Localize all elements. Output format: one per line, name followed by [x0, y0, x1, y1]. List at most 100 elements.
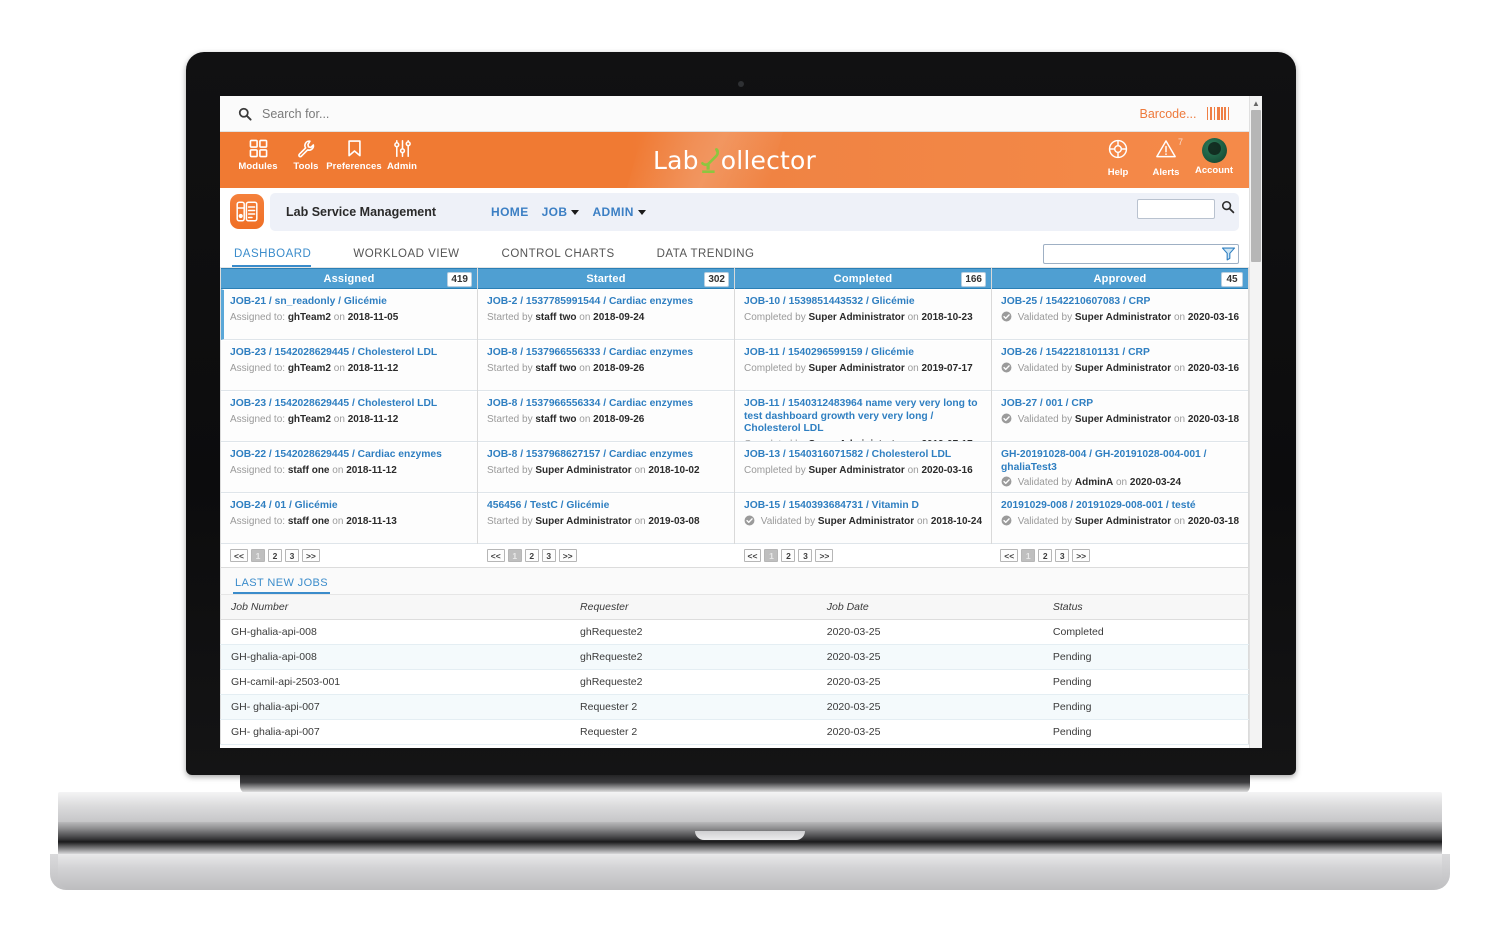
scrollbar-thumb[interactable] — [1251, 110, 1261, 262]
magnifier-icon[interactable] — [1221, 200, 1235, 219]
job-card-title[interactable]: JOB-10 / 1539851443532 / Glicémie — [744, 296, 983, 309]
page-3[interactable]: 3 — [284, 549, 299, 562]
column-title: Approved — [1093, 272, 1147, 285]
page-scrollbar[interactable]: ▲ — [1249, 96, 1262, 748]
job-card[interactable]: JOB-8 / 1537966556334 / Cardiac enzymes … — [478, 391, 734, 442]
job-card[interactable]: JOB-24 / 01 / Glicémie Assigned to: staf… — [221, 493, 477, 544]
tab-control-charts[interactable]: CONTROL CHARTS — [500, 248, 633, 267]
module-search-input[interactable] — [1137, 199, 1215, 219]
job-card[interactable]: JOB-13 / 1540316071582 / Cholesterol LDL… — [735, 442, 991, 493]
module-nav-home[interactable]: HOME — [491, 205, 529, 219]
job-card[interactable]: JOB-25 / 1542210607083 / CRP Validated b… — [992, 289, 1248, 340]
module-nav-job[interactable]: JOB — [542, 205, 580, 219]
page-last[interactable]: >> — [558, 549, 577, 562]
page-first[interactable]: << — [743, 549, 762, 562]
job-card-title[interactable]: JOB-25 / 1542210607083 / CRP — [1001, 296, 1240, 309]
page-2[interactable]: 2 — [781, 549, 796, 562]
nav-item-admin[interactable]: Admin — [378, 139, 426, 172]
job-card-title[interactable]: JOB-23 / 1542028629445 / Cholesterol LDL — [230, 347, 469, 360]
table-row[interactable]: GH-ghalia-api-008 ghRequeste2 2020-03-25… — [220, 619, 1249, 645]
page-last[interactable]: >> — [1072, 549, 1091, 562]
page-3[interactable]: 3 — [798, 549, 813, 562]
help-label: Help — [1107, 167, 1129, 178]
table-row[interactable]: GH- ghalia-api-007 Requester 2 2020-03-2… — [220, 719, 1249, 745]
global-search-input[interactable]: Search for... — [262, 107, 1140, 121]
page-1[interactable]: 1 — [250, 549, 265, 562]
job-card[interactable]: JOB-8 / 1537968627157 / Cardiac enzymes … — [478, 442, 734, 493]
job-card-title[interactable]: 20191029-008 / 20191029-008-001 / testé — [1001, 500, 1240, 513]
job-card-title[interactable]: JOB-21 / sn_readonly / Glicémie — [230, 296, 469, 309]
cell-job-date: 2020-03-25 — [816, 694, 1043, 720]
job-card-title[interactable]: JOB-13 / 1540316071582 / Cholesterol LDL — [744, 449, 983, 462]
job-card[interactable]: JOB-11 / 1540312483964 name very very lo… — [735, 391, 991, 442]
job-card[interactable]: JOB-22 / 1542028629445 / Cardiac enzymes… — [221, 442, 477, 493]
table-row[interactable]: GH- ghalia-api-007 Requester 2 2020-03-2… — [220, 694, 1249, 720]
job-card-title[interactable]: JOB-8 / 1537968627157 / Cardiac enzymes — [487, 449, 726, 462]
page-3[interactable]: 3 — [541, 549, 556, 562]
page-2[interactable]: 2 — [1038, 549, 1053, 562]
job-card-title[interactable]: 456456 / TestC / Glicémie — [487, 500, 726, 513]
job-card-title[interactable]: JOB-27 / 001 / CRP — [1001, 398, 1240, 411]
tab-last-new-jobs[interactable]: LAST NEW JOBS — [232, 577, 331, 594]
alerts-label: Alerts — [1152, 167, 1180, 178]
job-card-title[interactable]: JOB-11 / 1540312483964 name very very lo… — [744, 398, 983, 436]
page-1[interactable]: 1 — [1021, 549, 1036, 562]
job-card-title[interactable]: JOB-11 / 1540296599159 / Glicémie — [744, 347, 983, 360]
page-last[interactable]: >> — [815, 549, 834, 562]
search-icon[interactable] — [232, 107, 258, 121]
funnel-icon[interactable] — [1221, 246, 1236, 266]
job-card-title[interactable]: JOB-23 / 1542028629445 / Cholesterol LDL — [230, 398, 469, 411]
validated-check-icon — [744, 515, 755, 530]
page-1[interactable]: 1 — [764, 549, 779, 562]
barcode-icon[interactable] — [1206, 107, 1229, 120]
job-card[interactable]: JOB-26 / 1542218101131 / CRP Validated b… — [992, 340, 1248, 391]
job-card-title[interactable]: GH-20191028-004 / GH-20191028-004-001 / … — [1001, 449, 1240, 474]
job-card[interactable]: JOB-8 / 1537966556333 / Cardiac enzymes … — [478, 340, 734, 391]
column-header: Assigned 419 — [221, 268, 477, 289]
page-first[interactable]: << — [486, 549, 505, 562]
job-card[interactable]: JOB-11 / 1540296599159 / Glicémie Comple… — [735, 340, 991, 391]
lab-service-module-icon[interactable] — [230, 194, 264, 229]
job-card[interactable]: JOB-27 / 001 / CRP Validated by Super Ad… — [992, 391, 1248, 442]
job-card-title[interactable]: JOB-15 / 1540393684731 / Vitamin D — [744, 500, 983, 513]
nav-item-preferences[interactable]: Preferences — [326, 139, 382, 172]
job-card[interactable]: 456456 / TestC / Glicémie Started by Sup… — [478, 493, 734, 544]
nav-item-tools[interactable]: Tools — [282, 139, 330, 172]
job-card[interactable]: JOB-15 / 1540393684731 / Vitamin D Valid… — [735, 493, 991, 544]
lifebuoy-icon — [1107, 138, 1129, 165]
job-card[interactable]: JOB-10 / 1539851443532 / Glicémie Comple… — [735, 289, 991, 340]
help-button[interactable]: Help — [1095, 138, 1141, 178]
page-1[interactable]: 1 — [507, 549, 522, 562]
barcode-link[interactable]: Barcode... — [1140, 107, 1197, 121]
account-label: Account — [1195, 165, 1233, 176]
page-first[interactable]: << — [1000, 549, 1019, 562]
tab-dashboard[interactable]: DASHBOARD — [232, 248, 329, 267]
job-card-title[interactable]: JOB-26 / 1542218101131 / CRP — [1001, 347, 1240, 360]
page-3[interactable]: 3 — [1055, 549, 1070, 562]
job-card-title[interactable]: JOB-2 / 1537785991544 / Cardiac enzymes — [487, 296, 726, 309]
account-button[interactable]: Account — [1191, 138, 1237, 176]
page-2[interactable]: 2 — [267, 549, 282, 562]
job-card[interactable]: JOB-23 / 1542028629445 / Cholesterol LDL… — [221, 340, 477, 391]
job-card-title[interactable]: JOB-8 / 1537966556334 / Cardiac enzymes — [487, 398, 726, 411]
table-row[interactable]: GH-ghalia-api-008 ghRequeste2 2020-03-25… — [220, 644, 1249, 670]
alerts-button[interactable]: 7 Alerts — [1143, 137, 1189, 178]
nav-item-modules[interactable]: Modules — [234, 139, 282, 172]
tab-data-trending[interactable]: DATA TRENDING — [655, 248, 773, 267]
tab-workload-view[interactable]: WORKLOAD VIEW — [351, 248, 477, 267]
page-last[interactable]: >> — [301, 549, 320, 562]
module-nav-admin[interactable]: ADMIN — [592, 205, 646, 219]
table-row[interactable]: GH-camil-api-2503-001 ghRequeste2 2020-0… — [220, 669, 1249, 695]
job-card[interactable]: JOB-23 / 1542028629445 / Cholesterol LDL… — [221, 391, 477, 442]
job-card[interactable]: GH-20191028-004 / GH-20191028-004-001 / … — [992, 442, 1248, 493]
job-card[interactable]: JOB-2 / 1537785991544 / Cardiac enzymes … — [478, 289, 734, 340]
job-card[interactable]: 20191029-008 / 20191029-008-001 / testé … — [992, 493, 1248, 544]
filter-input[interactable] — [1043, 244, 1239, 264]
job-card-title[interactable]: JOB-22 / 1542028629445 / Cardiac enzymes — [230, 449, 469, 462]
page-2[interactable]: 2 — [524, 549, 539, 562]
page-first[interactable]: << — [230, 549, 248, 562]
job-card-title[interactable]: JOB-24 / 01 / Glicémie — [230, 500, 469, 513]
scroll-up-arrow-icon[interactable]: ▲ — [1250, 96, 1262, 110]
job-card-title[interactable]: JOB-8 / 1537966556333 / Cardiac enzymes — [487, 347, 726, 360]
job-card[interactable]: JOB-21 / sn_readonly / Glicémie Assigned… — [221, 289, 477, 340]
